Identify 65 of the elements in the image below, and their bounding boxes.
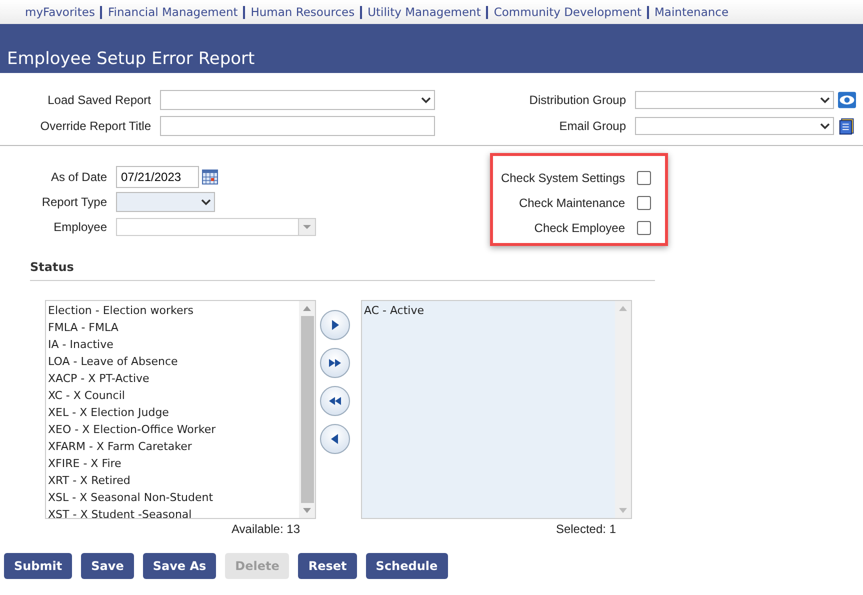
checkbox[interactable] — [637, 220, 651, 234]
field-label: Override Report Title — [39, 119, 152, 133]
list-item[interactable]: Election - Election workers — [48, 302, 297, 319]
nav-link[interactable]: Financial Management — [108, 5, 238, 19]
list-item[interactable]: XACP - X PT-Active — [48, 370, 297, 387]
list-item[interactable]: XEL - X Election Judge — [48, 404, 297, 421]
list-item[interactable]: AC - Active — [364, 302, 613, 319]
page-title: Employee Setup Error Report — [6, 49, 255, 71]
nav-link[interactable]: Human Resources — [250, 5, 355, 19]
address-book-icon[interactable] — [837, 117, 857, 135]
move-button[interactable] — [320, 348, 350, 378]
scroll-down-icon[interactable] — [303, 508, 311, 513]
nav-link[interactable]: Community Development — [494, 5, 642, 19]
calendar-icon[interactable] — [202, 169, 218, 185]
action-button[interactable]: Save — [81, 553, 134, 579]
list-item[interactable]: XEO - X Election-Office Worker — [48, 421, 297, 438]
list-item[interactable]: IA - Inactive — [48, 336, 297, 353]
field-label: Email Group — [558, 119, 627, 133]
employee-combobox[interactable] — [116, 218, 316, 236]
checkbox-label: Check Employee — [534, 220, 625, 234]
field-label: Report Type — [40, 195, 108, 209]
list-item[interactable]: FMLA - FMLA — [48, 319, 297, 336]
field-label: As of Date — [50, 170, 108, 184]
nav-link[interactable]: Utility Management — [368, 5, 481, 19]
report-type-dropdown[interactable] — [116, 192, 215, 212]
checkbox[interactable] — [637, 196, 651, 210]
scroll-up-icon[interactable] — [303, 306, 311, 311]
list-item[interactable]: LOA - Leave of Absence — [48, 353, 297, 370]
chevron-icon — [820, 95, 830, 105]
action-button[interactable]: Submit — [4, 553, 72, 579]
scroll-up-icon[interactable] — [619, 306, 627, 311]
field-label: Distribution Group — [528, 93, 627, 107]
selected-count: Selected: 1 — [556, 522, 617, 536]
move-button[interactable] — [320, 424, 350, 454]
chevron-icon — [201, 197, 211, 207]
move-button[interactable] — [320, 386, 350, 416]
checkbox[interactable] — [637, 170, 651, 184]
section-heading: Status — [30, 259, 75, 274]
list-item[interactable]: XC - X Council — [48, 387, 297, 404]
date-input[interactable]: 07/21/2023 — [116, 166, 199, 188]
checkbox-label: Check Maintenance — [518, 196, 625, 210]
scrollbar[interactable] — [615, 301, 631, 518]
list-item[interactable]: XRT - X Retired — [48, 472, 297, 489]
field-label: Employee — [52, 220, 108, 234]
field-label: Load Saved Report — [46, 93, 152, 107]
list-item[interactable]: XFIRE - X Fire — [48, 455, 297, 472]
saved-report-dropdown[interactable] — [160, 90, 435, 110]
action-button[interactable]: Reset — [298, 553, 357, 579]
dropdown-arrow-icon — [303, 224, 311, 230]
scroll-down-icon[interactable] — [619, 508, 627, 513]
title-input[interactable] — [160, 116, 435, 136]
move-button[interactable] — [320, 310, 350, 340]
chevron-icon — [820, 121, 830, 131]
list-item[interactable]: XST - X Student -Seasonal — [48, 506, 297, 518]
list-item[interactable]: XFARM - X Farm Caretaker — [48, 438, 297, 455]
chevron-icon — [421, 95, 431, 105]
available-count: Available: 13 — [232, 522, 301, 536]
list-item[interactable]: XSL - X Seasonal Non-Student — [48, 489, 297, 506]
nav-link[interactable]: myFavorites — [25, 5, 95, 19]
scrollbar[interactable] — [299, 301, 315, 518]
nav-link[interactable]: Maintenance — [654, 5, 729, 19]
action-button[interactable]: Save As — [142, 553, 216, 579]
eye-icon[interactable] — [837, 91, 857, 109]
action-button[interactable]: Schedule — [366, 553, 448, 579]
checkbox-label: Check System Settings — [500, 170, 625, 184]
